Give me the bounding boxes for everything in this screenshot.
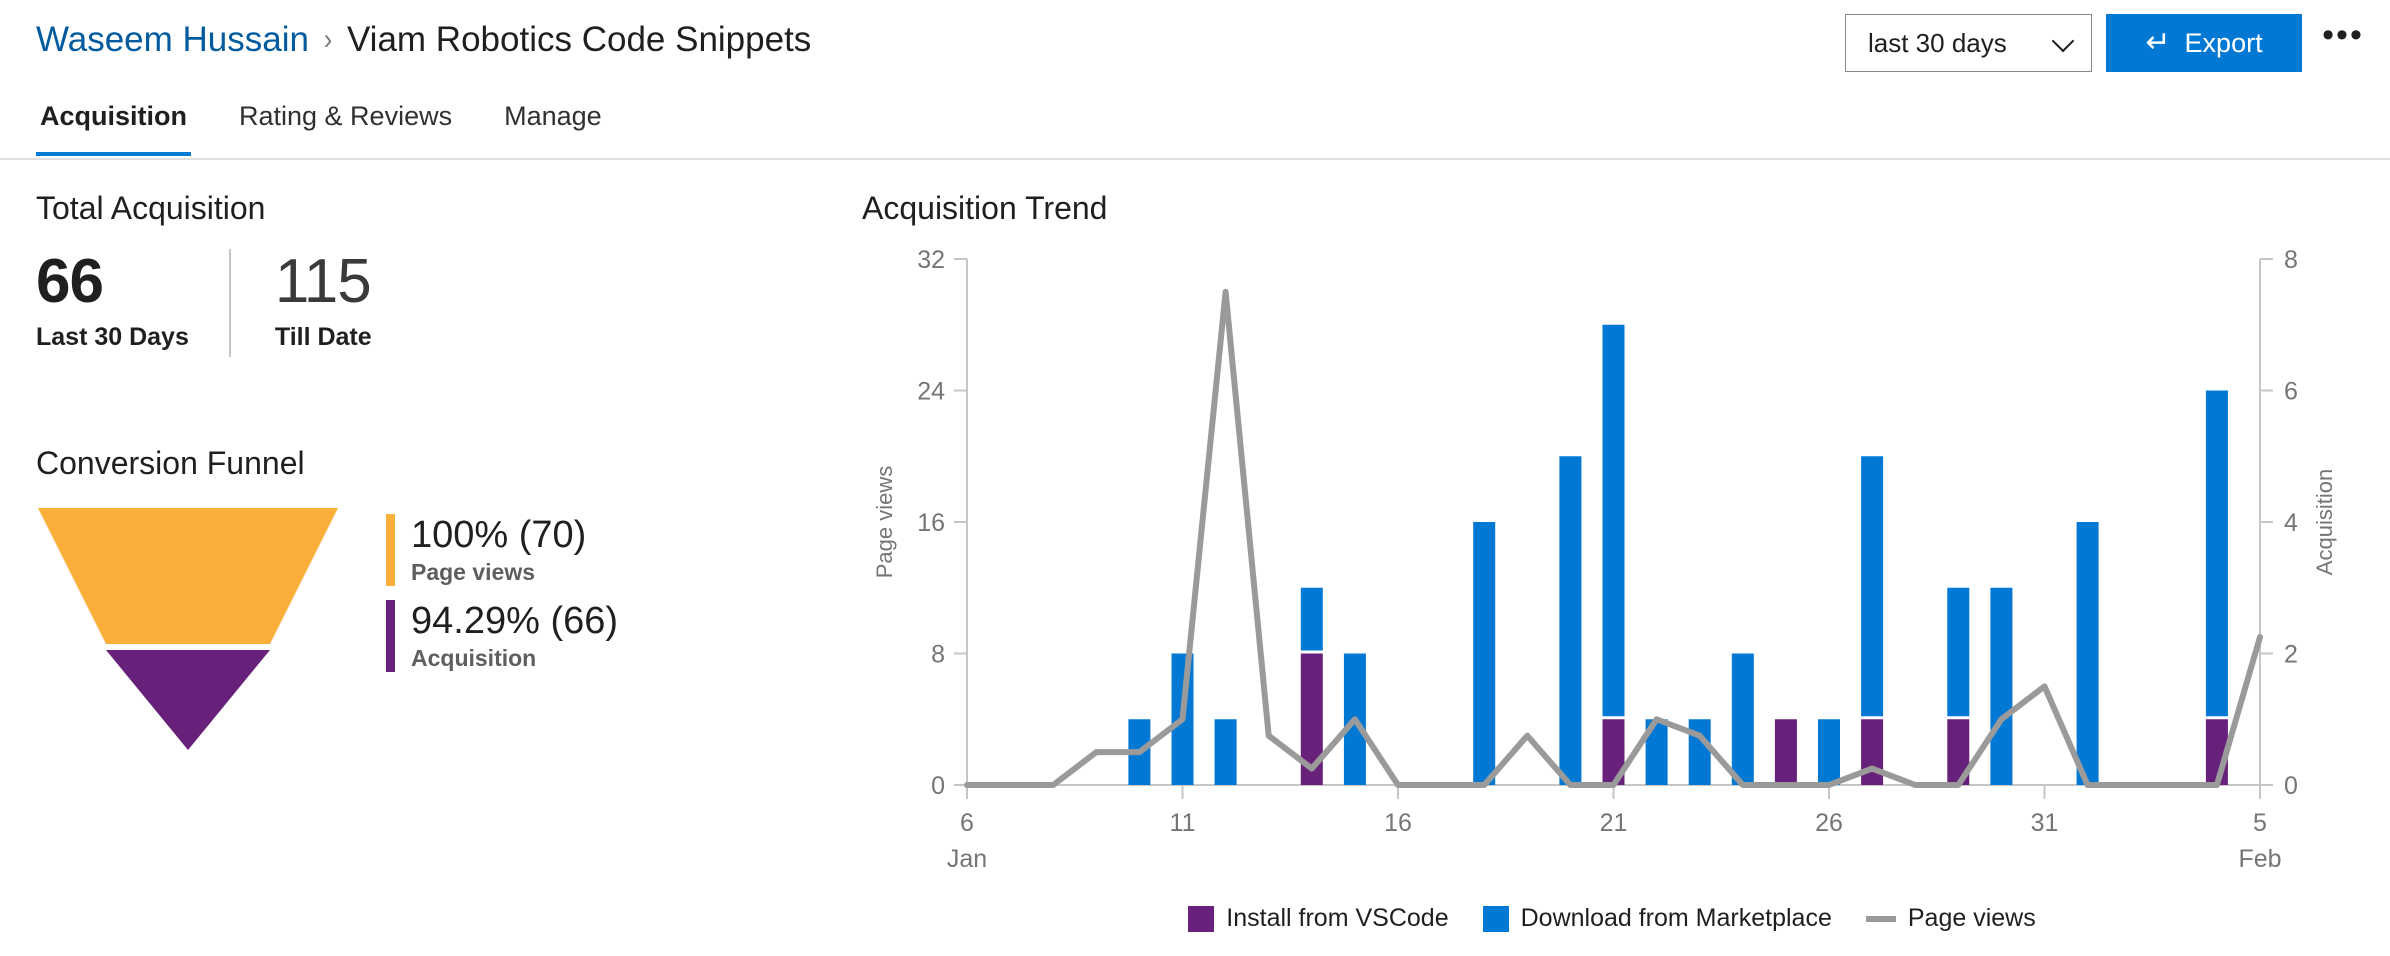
svg-text:16: 16 xyxy=(917,509,945,537)
funnel-page-views-label: Page views xyxy=(411,559,536,585)
legend-swatch-install-vscode xyxy=(1188,905,1215,932)
legend-item-install-vscode[interactable]: Install from VSCode xyxy=(1188,904,1449,933)
export-arrow-icon: ↵ xyxy=(2145,26,2171,59)
svg-text:5: 5 xyxy=(2253,809,2267,837)
svg-text:8: 8 xyxy=(2284,246,2298,274)
legend-label-install-vscode: Install from VSCode xyxy=(1226,904,1449,932)
conversion-funnel-body: 100% (70) Page views 94.29% (66) Acquisi… xyxy=(36,508,796,750)
svg-text:21: 21 xyxy=(1600,809,1628,837)
svg-text:11: 11 xyxy=(1170,809,1196,837)
svg-text:6: 6 xyxy=(960,809,974,837)
svg-text:31: 31 xyxy=(2031,809,2059,837)
legend-item-page-views[interactable]: Page views xyxy=(1865,904,2036,933)
bar-download-marketplace xyxy=(1861,456,1884,717)
acquisition-trend-chart: 0816243202468Page views Acquisition6Jan11… xyxy=(872,246,2337,873)
page-header: Waseem Hussain › Viam Robotics Code Snip… xyxy=(0,0,2390,96)
bar-download-marketplace xyxy=(1688,719,1711,785)
legend-label-download-marketplace: Download from Marketplace xyxy=(1520,904,1832,932)
chart-legend: Install from VSCode Download from Market… xyxy=(862,904,2362,933)
tab-bar: Acquisition Rating & Reviews Manage xyxy=(0,96,2390,160)
total-acquisition-metrics: 66 Last 30 Days 115 Till Date xyxy=(36,249,796,359)
svg-text:Feb: Feb xyxy=(2238,845,2281,873)
funnel-page-views-value: 100% (70) xyxy=(411,514,587,556)
tab-rating-reviews-label: Rating & Reviews xyxy=(239,101,453,131)
bar-download-marketplace xyxy=(1300,587,1323,651)
svg-text:0: 0 xyxy=(931,772,945,800)
svg-text:2: 2 xyxy=(2284,641,2298,669)
funnel-legend-item-page-views: 100% (70) Page views xyxy=(386,514,618,586)
more-options-button[interactable]: ••• xyxy=(2316,16,2370,70)
funnel-acquisition-label: Acquisition xyxy=(411,645,537,671)
funnel-legend: 100% (70) Page views 94.29% (66) Acquisi… xyxy=(386,508,618,686)
funnel-legend-color-page-views xyxy=(386,514,395,586)
funnel-stage-page-views xyxy=(38,508,338,644)
svg-text:Jan: Jan xyxy=(947,845,987,873)
total-acquisition-title: Total Acquisition xyxy=(36,190,266,226)
tab-list: Acquisition Rating & Reviews Manage xyxy=(36,96,606,156)
funnel-stage-acquisition xyxy=(106,650,270,750)
bar-download-marketplace xyxy=(1214,719,1237,785)
svg-text:Page views: Page views xyxy=(872,466,897,579)
svg-text:32: 32 xyxy=(917,246,945,274)
date-range-select[interactable]: last 30 days xyxy=(1845,14,2092,72)
funnel-legend-item-acquisition: 94.29% (66) Acquisition xyxy=(386,600,618,672)
svg-text:16: 16 xyxy=(1384,809,1412,837)
conversion-funnel-section: Conversion Funnel 100% (70) Page views 9… xyxy=(36,445,796,750)
bar-download-marketplace xyxy=(1990,587,2013,785)
kpi-till-date-label: Till Date xyxy=(274,323,372,351)
breadcrumb-publisher-link[interactable]: Waseem Hussain xyxy=(36,20,309,60)
tab-rating-reviews[interactable]: Rating & Reviews xyxy=(235,96,456,154)
legend-item-download-marketplace[interactable]: Download from Marketplace xyxy=(1482,904,1832,933)
tab-manage[interactable]: Manage xyxy=(500,96,606,154)
kpi-last-30-days: 66 Last 30 Days xyxy=(36,249,189,352)
legend-swatch-download-marketplace xyxy=(1482,905,1509,932)
funnel-acquisition-value: 94.29% (66) xyxy=(411,600,619,642)
legend-line-page-views xyxy=(1865,915,1896,922)
svg-text:Acquisition: Acquisition xyxy=(2312,469,2337,575)
bar-download-marketplace xyxy=(2076,522,2099,785)
kpi-till-date: 115 Till Date xyxy=(275,249,372,352)
bar-install-vscode xyxy=(1774,719,1797,785)
funnel-legend-color-acquisition xyxy=(386,600,395,672)
left-panel: Total Acquisition 66 Last 30 Days 115 Ti… xyxy=(36,190,796,750)
legend-label-page-views: Page views xyxy=(1907,904,2036,932)
breadcrumb-separator-icon: › xyxy=(323,23,333,56)
tab-acquisition[interactable]: Acquisition xyxy=(36,96,191,156)
svg-text:26: 26 xyxy=(1815,809,1843,837)
tab-acquisition-label: Acquisition xyxy=(40,101,187,131)
bar-install-vscode xyxy=(1861,719,1884,785)
header-actions: last 30 days ↵ Export ••• xyxy=(1845,14,2370,72)
bar-download-marketplace xyxy=(1602,324,1625,717)
bar-download-marketplace xyxy=(1947,587,1970,717)
svg-text:4: 4 xyxy=(2284,509,2298,537)
kpi-divider xyxy=(228,249,231,357)
kpi-last-30-days-value: 66 xyxy=(36,247,104,316)
acquisition-trend-panel: Acquisition Trend 0 8 16 24 32 0 2 4 6 8 Page view… xyxy=(862,190,2362,937)
svg-text:24: 24 xyxy=(917,378,945,406)
acquisition-trend-title: Acquisition Trend xyxy=(862,190,1108,226)
kpi-till-date-value: 115 xyxy=(274,247,372,316)
bar-download-marketplace xyxy=(1559,456,1582,785)
export-button[interactable]: ↵ Export xyxy=(2106,14,2302,72)
bar-download-marketplace xyxy=(1731,653,1754,785)
svg-text:0: 0 xyxy=(2284,772,2298,800)
funnel-chart-graphic xyxy=(38,508,338,750)
bar-download-marketplace xyxy=(1473,522,1496,785)
svg-text:8: 8 xyxy=(931,641,945,669)
breadcrumb: Waseem Hussain › Viam Robotics Code Snip… xyxy=(36,20,811,60)
bar-download-marketplace xyxy=(2205,390,2228,717)
chevron-down-icon xyxy=(2053,32,2075,54)
conversion-funnel-title: Conversion Funnel xyxy=(36,445,305,481)
page-title: Viam Robotics Code Snippets xyxy=(346,20,812,59)
bar-download-marketplace xyxy=(1818,719,1840,785)
date-range-value: last 30 days xyxy=(1868,27,2007,58)
tab-manage-label: Manage xyxy=(504,101,602,131)
export-button-label: Export xyxy=(2184,27,2263,58)
kpi-last-30-days-label: Last 30 Days xyxy=(36,323,189,351)
svg-text:6: 6 xyxy=(2284,378,2298,406)
